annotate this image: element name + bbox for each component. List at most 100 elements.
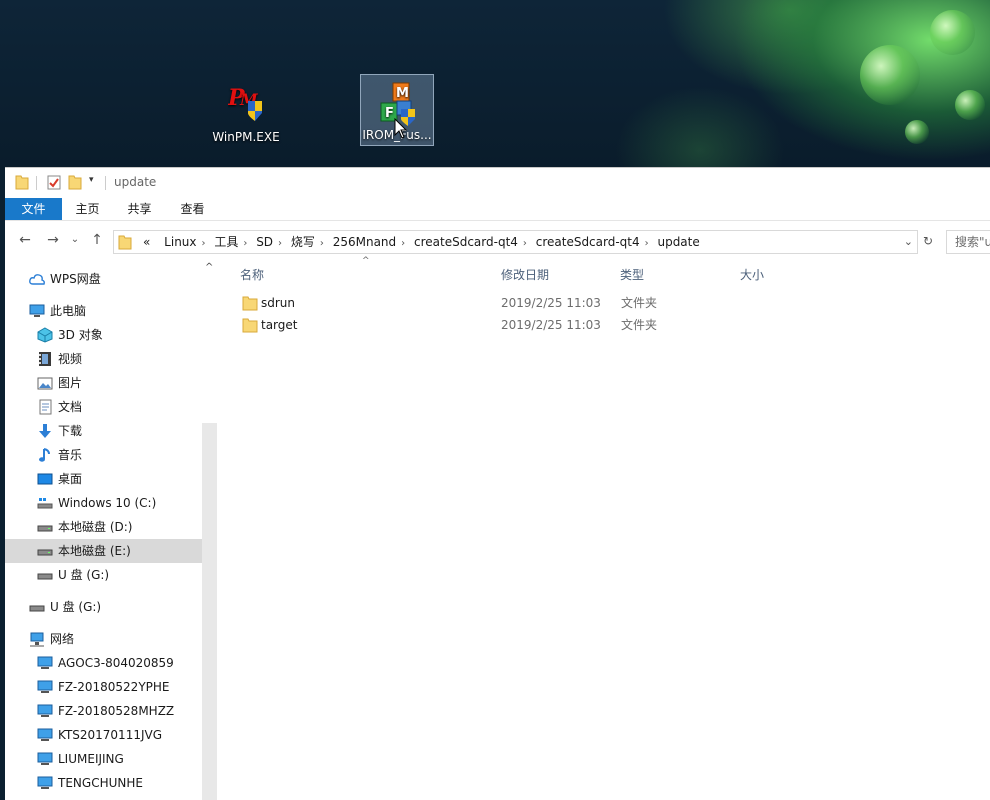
column-header-name[interactable]: 名称 xyxy=(240,266,264,283)
nav-item-network-computer[interactable]: KTS20170111JVG xyxy=(5,723,202,747)
usb-drive-icon xyxy=(37,573,53,580)
breadcrumb-item[interactable]: createSdcard-qt4 xyxy=(536,235,640,249)
scroll-up-icon[interactable]: ^ xyxy=(205,262,213,273)
pictures-icon xyxy=(37,377,53,390)
breadcrumb-separator-icon[interactable]: › xyxy=(523,238,527,249)
network-computer-icon xyxy=(37,704,53,717)
nav-item-drive-e[interactable]: 本地磁盘 (E:) xyxy=(5,539,202,563)
nav-scrollbar[interactable] xyxy=(202,423,217,800)
tab-view[interactable]: 查看 xyxy=(170,198,215,220)
desktop-shortcut-winpm[interactable]: P M WinPM.EXE xyxy=(210,77,282,147)
nav-item-drive-d[interactable]: 本地磁盘 (D:) xyxy=(5,515,202,539)
breadcrumb: « Linux › 工具 › SD › 烧写 › 256Mnand › createSdc… xyxy=(138,231,705,253)
nav-item-label: LIUMEIJING xyxy=(58,752,124,766)
nav-item-desktop[interactable]: 桌面 xyxy=(5,467,202,491)
address-dropdown-icon[interactable]: ⌄ xyxy=(904,231,913,253)
nav-item-label: 图片 xyxy=(58,376,83,390)
3d-objects-icon xyxy=(37,327,53,343)
svg-text:F: F xyxy=(385,106,394,121)
search-input[interactable]: 搜索"u xyxy=(946,230,990,254)
breadcrumb-item[interactable]: Linux xyxy=(164,235,196,249)
breadcrumb-separator-icon[interactable]: › xyxy=(243,238,247,249)
folder-icon xyxy=(15,175,29,190)
nav-item-videos[interactable]: 视频 xyxy=(5,347,202,371)
nav-item-network-computer[interactable]: FZ-20180528MHZZ xyxy=(5,699,202,723)
nav-item-downloads[interactable]: 下载 xyxy=(5,419,202,443)
nav-item-network-computer[interactable]: FZ-20180522YPHE xyxy=(5,675,202,699)
nav-item-this-pc[interactable]: 此电脑 xyxy=(5,299,202,323)
nav-item-label: 网络 xyxy=(50,632,75,646)
desktop-background: P M WinPM.EXE M F IROM_Fus... xyxy=(0,0,990,170)
drive-icon xyxy=(37,549,53,556)
nav-item-label: 文档 xyxy=(58,400,83,414)
nav-item-label: FZ-20180522YPHE xyxy=(58,680,170,694)
nav-item-usb-g-root[interactable]: U 盘 (G:) xyxy=(5,595,202,619)
column-header-type[interactable]: 类型 xyxy=(620,266,644,283)
refresh-button[interactable]: ↻ xyxy=(918,230,938,252)
address-bar[interactable]: « Linux › 工具 › SD › 烧写 › 256Mnand › createSdc… xyxy=(113,230,918,254)
nav-item-label: 此电脑 xyxy=(50,304,87,318)
breadcrumb-item[interactable]: 工具 xyxy=(214,235,238,249)
column-header-date[interactable]: 修改日期 xyxy=(501,266,549,283)
file-type: 文件夹 xyxy=(621,318,658,332)
nav-item-network-computer[interactable]: TENGCHUNHE xyxy=(5,771,202,795)
breadcrumb-separator-icon[interactable]: › xyxy=(645,238,649,249)
nav-item-drive-c[interactable]: Windows 10 (C:) xyxy=(5,491,202,515)
tab-home[interactable]: 主页 xyxy=(65,198,110,220)
folder-icon xyxy=(242,318,258,333)
system-drive-icon xyxy=(37,498,53,509)
breadcrumb-item[interactable]: createSdcard-qt4 xyxy=(414,235,518,249)
forward-button[interactable]: → xyxy=(43,230,63,250)
back-button[interactable]: ← xyxy=(15,230,35,250)
breadcrumb-separator-icon[interactable]: › xyxy=(401,238,405,249)
nav-item-music[interactable]: 音乐 xyxy=(5,443,202,467)
nav-item-label: TENGCHUNHE xyxy=(58,776,143,790)
nav-item-3d-objects[interactable]: 3D 对象 xyxy=(5,323,202,347)
address-row: ← → ⌄ ↑ « Linux › 工具 › SD › 烧写 › 256Mnand › c… xyxy=(5,226,990,256)
nav-item-network-computer[interactable]: LIUMEIJING xyxy=(5,747,202,771)
properties-icon[interactable] xyxy=(47,174,61,190)
nav-item-label: 视频 xyxy=(58,352,83,366)
new-folder-icon[interactable] xyxy=(68,174,82,190)
music-icon xyxy=(39,448,50,462)
breadcrumb-separator-icon[interactable]: › xyxy=(278,238,282,249)
nav-item-wps-cloud[interactable]: WPS网盘 xyxy=(5,267,202,291)
nav-item-label: 本地磁盘 (E:) xyxy=(58,544,131,558)
mouse-cursor-icon xyxy=(394,118,408,139)
file-date: 2019/2/25 11:03 xyxy=(501,318,601,332)
network-icon xyxy=(30,632,44,647)
window-title: update xyxy=(114,175,157,189)
breadcrumb-overflow[interactable]: « xyxy=(143,235,150,249)
documents-icon xyxy=(39,399,52,415)
breadcrumb-separator-icon[interactable]: › xyxy=(320,238,324,249)
nav-item-pictures[interactable]: 图片 xyxy=(5,371,202,395)
folder-icon xyxy=(242,296,258,311)
nav-item-label: 3D 对象 xyxy=(58,328,103,342)
breadcrumb-item[interactable]: 256Mnand xyxy=(333,235,396,249)
network-computer-icon xyxy=(37,680,53,693)
nav-item-documents[interactable]: 文档 xyxy=(5,395,202,419)
qat-dropdown-icon[interactable]: ▾ xyxy=(89,175,94,185)
tab-share[interactable]: 共享 xyxy=(117,198,162,220)
file-row[interactable]: target 2019/2/25 11:03 文件夹 xyxy=(239,314,739,336)
nav-item-usb-g[interactable]: U 盘 (G:) xyxy=(5,563,202,587)
sort-ascending-icon: ^ xyxy=(362,256,370,266)
breadcrumb-item-current[interactable]: update xyxy=(657,235,699,249)
nav-item-network[interactable]: 网络 xyxy=(5,627,202,651)
wallpaper-bubble xyxy=(905,120,929,144)
up-button[interactable]: ↑ xyxy=(87,230,107,250)
recent-locations-button[interactable]: ⌄ xyxy=(65,230,85,250)
nav-item-label: AGOC3-804020859 xyxy=(58,656,174,670)
breadcrumb-separator-icon[interactable]: › xyxy=(202,238,206,249)
file-list: 名称 ^ 修改日期 类型 大小 sdrun 2019/2/25 11:03 文件… xyxy=(217,256,990,800)
column-header-size[interactable]: 大小 xyxy=(740,266,764,283)
nav-item-label: Windows 10 (C:) xyxy=(58,496,157,510)
breadcrumb-item[interactable]: SD xyxy=(256,235,273,249)
tab-file[interactable]: 文件 xyxy=(5,198,62,220)
svg-text:M: M xyxy=(396,86,409,101)
usb-drive-icon xyxy=(29,605,45,612)
nav-item-label: 桌面 xyxy=(58,472,83,486)
file-row[interactable]: sdrun 2019/2/25 11:03 文件夹 xyxy=(239,292,739,314)
breadcrumb-item[interactable]: 烧写 xyxy=(291,235,315,249)
nav-item-network-computer[interactable]: AGOC3-804020859 xyxy=(5,651,202,675)
